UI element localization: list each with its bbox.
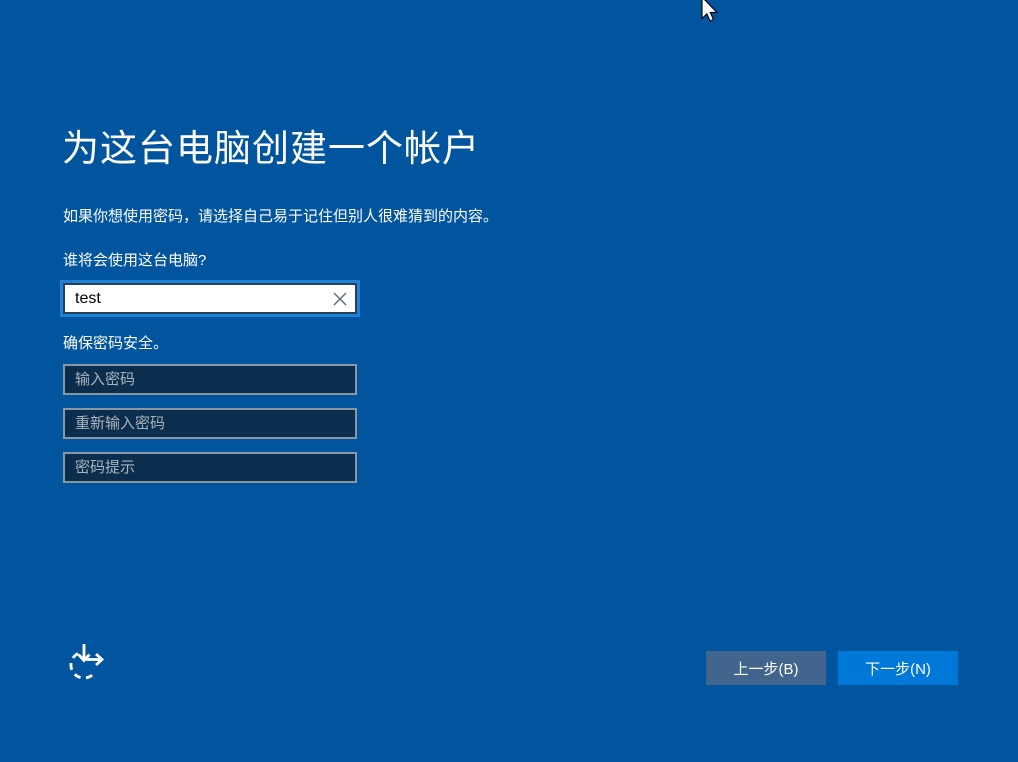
username-input[interactable] (65, 285, 325, 312)
oobe-create-account-screen: 为这台电脑创建一个帐户 如果你想使用密码，请选择自己易于记住但别人很难猜到的内容… (0, 0, 1018, 762)
ease-of-access-icon (64, 644, 106, 687)
next-button[interactable]: 下一步(N) (838, 651, 958, 685)
password-section-label: 确保密码安全。 (63, 335, 169, 352)
clear-x-icon[interactable] (325, 285, 355, 312)
arrow-cursor-icon (701, 0, 719, 30)
page-title: 为这台电脑创建一个帐户 (62, 128, 480, 169)
password-hint-input[interactable] (63, 452, 357, 483)
back-button[interactable]: 上一步(B) (706, 651, 826, 685)
password-input[interactable] (63, 364, 357, 395)
page-subtitle: 如果你想使用密码，请选择自己易于记住但别人很难猜到的内容。 (63, 208, 499, 225)
confirm-password-input[interactable] (63, 408, 357, 439)
username-field-wrap (63, 283, 357, 314)
ease-of-access-button[interactable] (63, 642, 107, 686)
username-label: 谁将会使用这台电脑? (63, 252, 207, 269)
